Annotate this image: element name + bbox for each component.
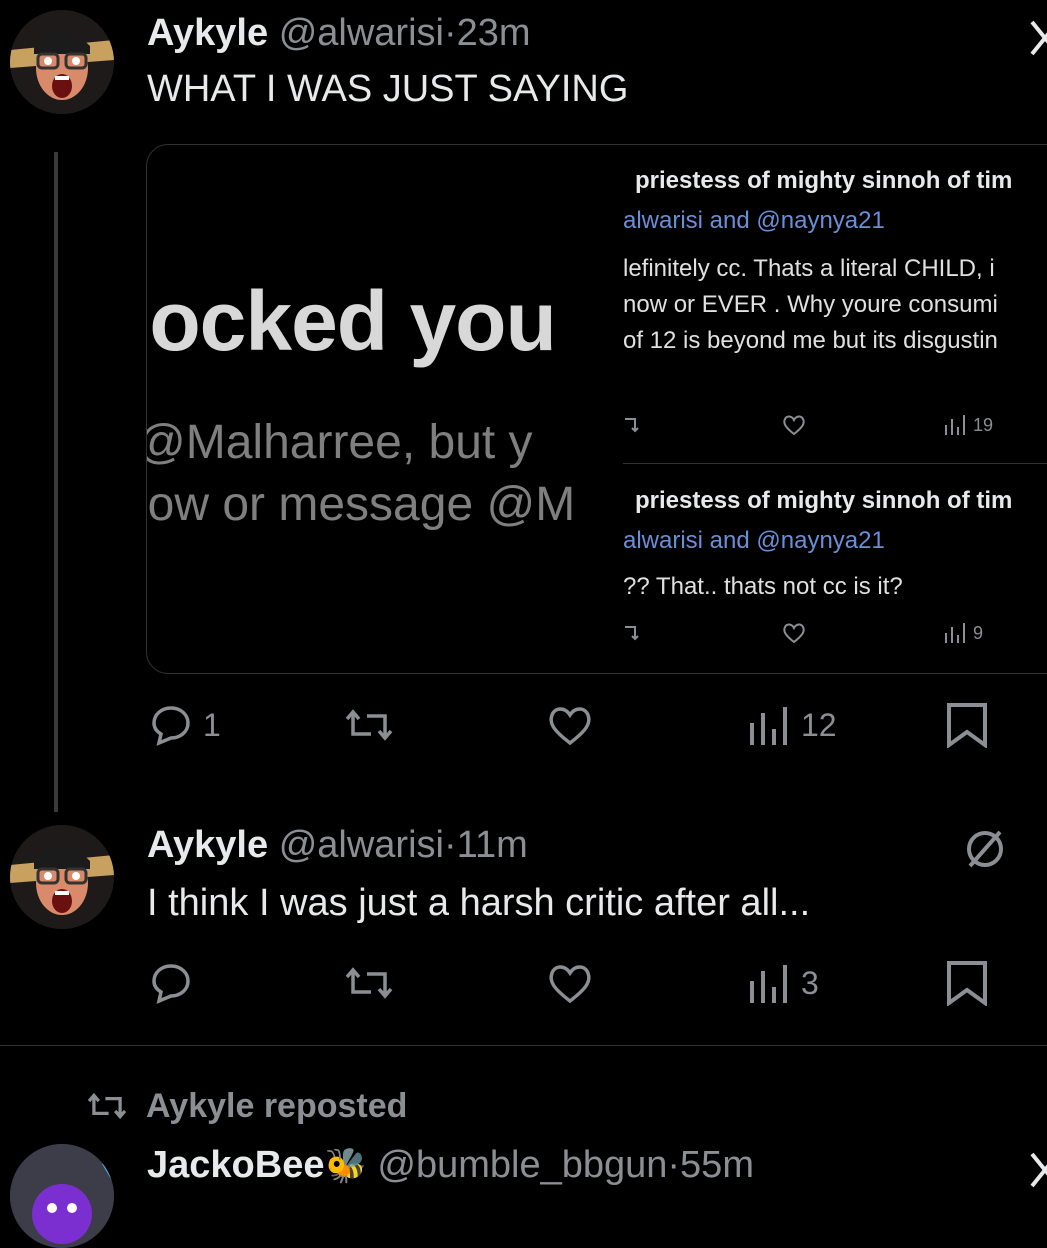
avatar-image — [10, 10, 114, 114]
tweet-actions: 3 — [145, 958, 1045, 1008]
views-button[interactable]: 3 — [747, 958, 819, 1008]
display-name[interactable]: Aykyle — [147, 824, 268, 866]
avatar-image — [10, 1144, 114, 1248]
like-button[interactable] — [545, 958, 595, 1008]
views-button[interactable]: 12 — [747, 700, 837, 750]
blocked-title: locked you — [146, 274, 557, 368]
handle[interactable]: @alwarisi — [279, 824, 444, 866]
quote-actions: 19 — [623, 411, 1047, 441]
views-icon — [750, 965, 787, 1003]
quote-text-line: of 12 is beyond me but its disgustin — [623, 327, 998, 354]
repost-icon — [625, 626, 639, 641]
views-count: 3 — [801, 964, 819, 1001]
avatar-image — [10, 825, 114, 929]
quote-actions: 9 — [623, 619, 1047, 649]
quote-author: priestess of mighty sinnoh of tim — [635, 487, 1013, 514]
display-name[interactable]: Aykyle — [147, 12, 268, 54]
quoted-screenshot: priestess of mighty sinnoh of tim alwari… — [623, 145, 1047, 673]
views-icon — [945, 415, 965, 435]
quote-text-line: ?? That.. thats not cc is it? — [623, 573, 903, 600]
views-icon — [750, 707, 787, 745]
views-count: 12 — [801, 706, 837, 743]
heart-icon — [549, 707, 591, 746]
timestamp[interactable]: 11m — [457, 824, 528, 866]
tweet-header: Aykyle @alwarisi·23m — [147, 12, 531, 55]
dot-separator: · — [667, 1144, 681, 1186]
slash-icon[interactable] — [962, 826, 1008, 877]
avatar[interactable] — [10, 825, 114, 929]
quote-text-line: now or EVER . Why youre consumi — [623, 291, 998, 318]
divider — [0, 1045, 1047, 1046]
quote-text-line: lefinitely cc. Thats a literal CHILD, i — [623, 255, 995, 282]
blocked-line-1: @Malharree, but y — [146, 416, 533, 469]
repost-button[interactable] — [341, 958, 397, 1008]
timestamp[interactable]: 55m — [680, 1144, 754, 1186]
dot-separator: · — [443, 12, 457, 54]
dot-separator: · — [443, 824, 457, 866]
heart-icon — [549, 965, 591, 1004]
repost-icon — [87, 1092, 127, 1120]
avatar[interactable] — [10, 1144, 114, 1248]
close-icon[interactable] — [1030, 18, 1047, 63]
quote-reply-to: alwarisi and @naynya21 — [623, 207, 885, 234]
avatar[interactable] — [10, 10, 114, 114]
bookmark-button[interactable] — [945, 700, 989, 750]
repost-icon — [625, 418, 639, 433]
reply-icon — [152, 706, 190, 746]
thread-line — [54, 152, 58, 812]
reply-button[interactable]: 1 — [149, 700, 221, 750]
reply-button[interactable] — [149, 958, 193, 1008]
tweet-media[interactable]: locked you @Malharree, but y low or mess… — [146, 144, 1047, 674]
repost-label[interactable]: Aykyle reposted — [146, 1087, 407, 1126]
blocked-line-2: low or message @M — [146, 478, 576, 531]
like-button[interactable] — [545, 700, 595, 750]
tweet-text: WHAT I WAS JUST SAYING — [147, 68, 629, 110]
handle[interactable]: @bumble_bbgun — [377, 1144, 667, 1186]
display-name[interactable]: JackoBee — [147, 1144, 324, 1186]
heart-icon — [783, 623, 805, 644]
quote-reply-to: alwarisi and @naynya21 — [623, 527, 885, 554]
bookmark-icon — [947, 703, 987, 748]
tweet-header: Aykyle @alwarisi·11m — [147, 824, 528, 867]
close-icon[interactable] — [1030, 1150, 1047, 1195]
quote-author: priestess of mighty sinnoh of tim — [635, 167, 1013, 194]
repost-button[interactable] — [341, 700, 397, 750]
handle[interactable]: @alwarisi — [279, 12, 444, 54]
bookmark-icon — [947, 961, 987, 1006]
reply-icon — [152, 964, 190, 1004]
bookmark-button[interactable] — [945, 958, 989, 1008]
heart-icon — [783, 415, 805, 436]
tweet-actions: 1 12 — [145, 700, 1045, 750]
repost-indicator: Aykyle reposted — [84, 1084, 407, 1128]
views-count: 9 — [973, 623, 984, 643]
tweet-header: JackoBee🐝 @bumble_bbgun·55m — [147, 1144, 754, 1187]
bee-emoji: 🐝 — [324, 1147, 367, 1185]
divider — [623, 463, 1047, 464]
views-count: 19 — [973, 415, 994, 435]
repost-icon — [345, 967, 393, 999]
reply-count: 1 — [203, 706, 221, 743]
views-icon — [945, 623, 965, 643]
repost-icon — [345, 709, 393, 741]
timestamp[interactable]: 23m — [457, 12, 531, 54]
tweet-text: I think I was just a harsh critic after … — [147, 882, 811, 924]
